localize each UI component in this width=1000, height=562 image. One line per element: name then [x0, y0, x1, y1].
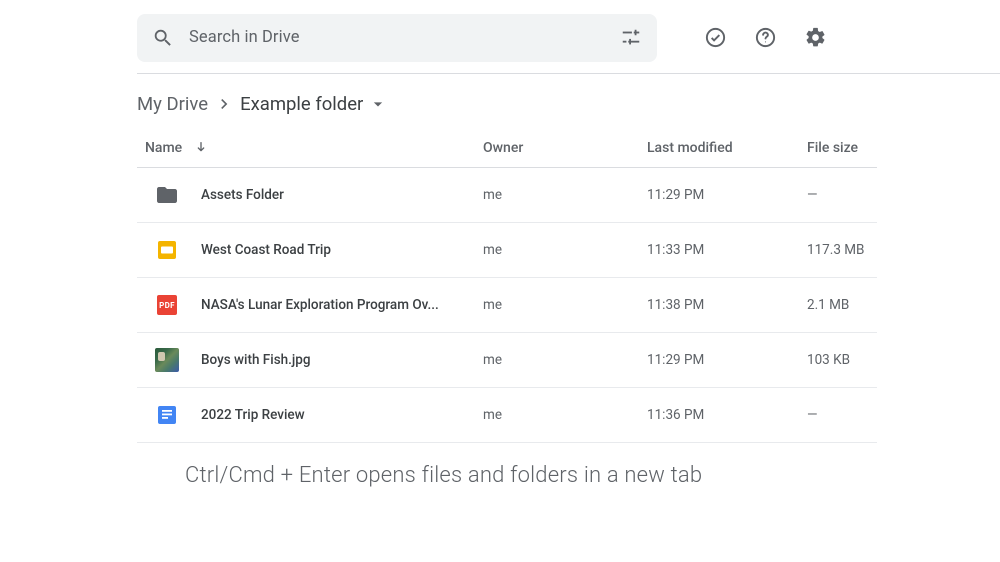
file-owner: me [483, 352, 647, 368]
file-name: NASA's Lunar Exploration Program Ov... [201, 297, 439, 313]
column-header-size[interactable]: File size [807, 140, 873, 156]
breadcrumb-current-dropdown[interactable]: Example folder [240, 93, 389, 115]
file-owner: me [483, 242, 647, 258]
file-modified: 11:36 PM [647, 407, 807, 423]
folder-icon [155, 183, 179, 207]
file-owner: me [483, 407, 647, 423]
column-header-name[interactable]: Name [137, 139, 483, 157]
sort-arrow-down-icon [192, 139, 210, 157]
file-modified: 11:29 PM [647, 352, 807, 368]
column-header-name-label: Name [145, 140, 182, 156]
help-icon[interactable] [745, 18, 785, 58]
file-name: 2022 Trip Review [201, 407, 305, 423]
table-row[interactable]: Assets Folder me 11:29 PM — [137, 168, 877, 223]
docs-icon [155, 403, 179, 427]
file-name: West Coast Road Trip [201, 242, 331, 258]
file-table: Name Owner Last modified File size Asset… [137, 128, 877, 443]
file-owner: me [483, 297, 647, 313]
pdf-badge-label: PDF [157, 295, 177, 315]
file-size: 103 KB [807, 352, 873, 368]
file-size: 2.1 MB [807, 297, 873, 313]
pdf-icon: PDF [155, 293, 179, 317]
table-row[interactable]: 2022 Trip Review me 11:36 PM — [137, 388, 877, 443]
table-row[interactable]: Boys with Fish.jpg me 11:29 PM 103 KB [137, 333, 877, 388]
file-size: 117.3 MB [807, 242, 873, 258]
keyboard-hint: Ctrl/Cmd + Enter opens files and folders… [137, 443, 1000, 488]
image-thumbnail-icon [155, 348, 179, 372]
file-modified: 11:33 PM [647, 242, 807, 258]
file-modified: 11:38 PM [647, 297, 807, 313]
offline-ready-icon[interactable] [695, 18, 735, 58]
dropdown-caret-icon [367, 93, 389, 115]
breadcrumb-root[interactable]: My Drive [137, 93, 208, 115]
file-owner: me [483, 187, 647, 203]
column-header-modified[interactable]: Last modified [647, 140, 807, 156]
column-header-owner[interactable]: Owner [483, 140, 647, 156]
search-options-icon[interactable] [611, 18, 651, 58]
settings-gear-icon[interactable] [795, 18, 835, 58]
file-size: — [807, 407, 873, 423]
slides-icon [155, 238, 179, 262]
file-modified: 11:29 PM [647, 187, 807, 203]
header-actions [695, 18, 835, 58]
table-row[interactable]: West Coast Road Trip me 11:33 PM 117.3 M… [137, 223, 877, 278]
top-bar: Search in Drive [137, 0, 1000, 74]
table-row[interactable]: PDF NASA's Lunar Exploration Program Ov.… [137, 278, 877, 333]
search-placeholder: Search in Drive [175, 28, 611, 47]
file-name: Assets Folder [201, 187, 284, 203]
file-size: — [807, 187, 873, 203]
breadcrumb-current: Example folder [240, 93, 363, 115]
file-name: Boys with Fish.jpg [201, 352, 311, 368]
table-header: Name Owner Last modified File size [137, 128, 877, 168]
search-box[interactable]: Search in Drive [137, 14, 657, 62]
search-icon [151, 26, 175, 50]
breadcrumb: My Drive Example folder [137, 74, 1000, 128]
chevron-right-icon [214, 94, 234, 114]
